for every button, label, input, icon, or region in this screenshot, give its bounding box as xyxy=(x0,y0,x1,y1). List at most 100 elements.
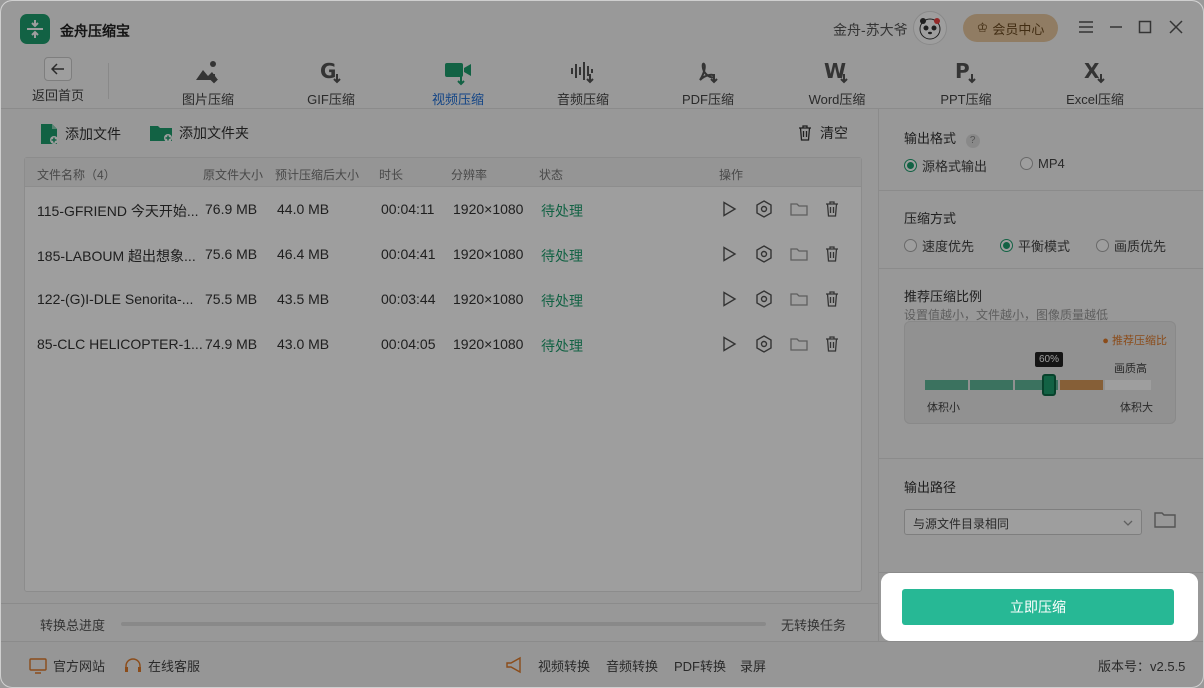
audio-icon xyxy=(538,55,628,89)
version-label: 版本号：v2.5.5 xyxy=(1098,659,1186,674)
column-header-size: 原文件大小 xyxy=(203,168,264,182)
arrow-left-icon xyxy=(44,57,72,81)
play-icon[interactable] xyxy=(719,334,739,354)
add-file-button[interactable]: 添加文件 xyxy=(39,123,121,145)
add-file-icon xyxy=(41,124,58,144)
radio-quality-priority[interactable]: 画质优先 xyxy=(1096,236,1166,255)
tab-gif-compress[interactable]: G GIF压缩 xyxy=(286,55,376,108)
ppt-icon: P xyxy=(921,55,1011,89)
excel-icon: X xyxy=(1050,55,1140,89)
radio-source-format[interactable]: 源格式输出 xyxy=(904,156,987,175)
browse-folder-icon[interactable] xyxy=(1154,510,1176,531)
gif-icon: G xyxy=(286,55,376,89)
ratio-slider-box: ● 推荐压缩比 60% 画质高 体积小 体积大 xyxy=(904,321,1176,424)
avatar[interactable] xyxy=(913,11,947,45)
status-badge: 待处理 xyxy=(541,203,583,219)
column-header-name: 文件名称（4） xyxy=(37,168,116,182)
menu-icon[interactable] xyxy=(1076,17,1096,37)
output-path-select[interactable]: 与源文件目录相同 xyxy=(904,509,1142,535)
folder-icon[interactable] xyxy=(789,334,809,354)
play-icon[interactable] xyxy=(719,289,739,309)
column-header-status: 状态 xyxy=(539,168,564,182)
total-progress: 转换总进度 无转换任务 xyxy=(1,603,878,641)
image-icon xyxy=(163,55,253,89)
tab-word-compress[interactable]: W Word压缩 xyxy=(792,55,882,108)
vip-center-button[interactable]: ♔ 会员中心 xyxy=(963,14,1058,42)
slider-handle[interactable] xyxy=(1042,374,1056,396)
pdf-icon xyxy=(663,55,753,89)
delete-icon[interactable] xyxy=(822,289,842,309)
folder-icon[interactable] xyxy=(789,289,809,309)
status-badge: 待处理 xyxy=(541,338,583,354)
status-badge: 待处理 xyxy=(541,293,583,309)
tab-ppt-compress[interactable]: P PPT压缩 xyxy=(921,55,1011,108)
close-icon[interactable] xyxy=(1166,17,1186,37)
chevron-down-icon xyxy=(1123,517,1133,531)
settings-hexagon-icon[interactable] xyxy=(754,199,774,219)
progress-status: 无转换任务 xyxy=(781,618,847,633)
minimize-icon[interactable] xyxy=(1106,17,1126,37)
compress-mode-section: 压缩方式 速度优先 平衡模式 画质优先 xyxy=(879,191,1203,269)
link-pdf-convert[interactable]: PDF转换 xyxy=(674,656,726,675)
output-format-title: 输出格式 ? xyxy=(904,128,980,148)
settings-hexagon-icon[interactable] xyxy=(754,289,774,309)
column-header-est-size: 预计压缩后大小 xyxy=(275,168,360,182)
crown-icon: ♔ xyxy=(976,20,989,35)
table-header: 文件名称（4） 原文件大小 预计压缩后大小 时长 分辨率 状态 操作 xyxy=(25,158,861,187)
back-home-button[interactable]: 返回首页 xyxy=(29,57,87,104)
folder-icon[interactable] xyxy=(789,199,809,219)
add-folder-icon xyxy=(150,126,172,142)
settings-hexagon-icon[interactable] xyxy=(754,244,774,264)
footer: 官方网站 在线客服 视频转换 音频转换 PDF转换 录屏 版本号：v2.5.5 xyxy=(1,641,1203,687)
radio-mp4[interactable]: MP4 xyxy=(1020,156,1065,171)
svg-text:P: P xyxy=(955,59,970,83)
delete-icon[interactable] xyxy=(822,244,842,264)
play-icon[interactable] xyxy=(719,244,739,264)
link-audio-convert[interactable]: 音频转换 xyxy=(606,656,658,675)
maximize-icon[interactable] xyxy=(1135,17,1155,37)
add-folder-button[interactable]: 添加文件夹 xyxy=(149,123,249,143)
column-header-actions: 操作 xyxy=(719,168,744,182)
tool-bar: 返回首页 图片压缩 G GIF压缩 视频压缩 音频压缩 PDF压缩 W Word… xyxy=(1,55,1203,109)
table-row[interactable]: 85-CLC HELICOPTER-1... 74.9 MB 43.0 MB 0… xyxy=(25,322,861,367)
word-icon: W xyxy=(792,55,882,89)
table-row[interactable]: 185-LABOUM 超出想象... 75.6 MB 46.4 MB 00:04… xyxy=(25,232,861,277)
progress-bar xyxy=(121,622,766,626)
delete-icon[interactable] xyxy=(822,199,842,219)
tab-image-compress[interactable]: 图片压缩 xyxy=(163,55,253,108)
compress-logo-icon xyxy=(27,20,43,38)
help-icon[interactable]: ? xyxy=(965,134,980,148)
headset-icon xyxy=(125,657,141,672)
settings-hexagon-icon[interactable] xyxy=(754,334,774,354)
play-icon[interactable] xyxy=(719,199,739,219)
megaphone-icon xyxy=(505,656,527,674)
radio-balanced-mode[interactable]: 平衡模式 xyxy=(1000,236,1070,255)
tab-pdf-compress[interactable]: PDF压缩 xyxy=(663,55,753,108)
tab-video-compress[interactable]: 视频压缩 xyxy=(413,55,503,108)
video-icon xyxy=(413,55,503,89)
online-service-link[interactable]: 在线客服 xyxy=(124,656,200,675)
app-name: 金舟压缩宝 xyxy=(60,23,130,39)
column-header-duration: 时长 xyxy=(379,168,404,182)
title-bar: 金舟压缩宝 金舟-苏大爷 ♔ 会员中心 xyxy=(1,1,1203,55)
folder-icon[interactable] xyxy=(789,244,809,264)
clear-button[interactable]: 清空 xyxy=(798,123,848,143)
app-logo xyxy=(20,14,50,44)
slider-tooltip: 60% xyxy=(1035,352,1064,367)
link-screen-record[interactable]: 录屏 xyxy=(740,656,766,675)
delete-icon[interactable] xyxy=(822,334,842,354)
tab-audio-compress[interactable]: 音频压缩 xyxy=(538,55,628,108)
table-row[interactable]: 122-(G)I-DLE Senorita-... 75.5 MB 43.5 M… xyxy=(25,277,861,322)
panda-avatar-icon xyxy=(919,18,941,40)
ratio-slider[interactable] xyxy=(925,374,1151,396)
trash-icon xyxy=(799,125,811,141)
start-compress-button[interactable]: 立即压缩 xyxy=(902,589,1174,625)
table-row[interactable]: 115-GFRIEND 今天开始... 76.9 MB 44.0 MB 00:0… xyxy=(25,187,861,232)
column-header-resolution: 分辨率 xyxy=(451,168,488,182)
tab-excel-compress[interactable]: X Excel压缩 xyxy=(1050,55,1140,108)
radio-speed-priority[interactable]: 速度优先 xyxy=(904,236,974,255)
user-name[interactable]: 金舟-苏大爷 xyxy=(833,20,908,40)
official-website-link[interactable]: 官方网站 xyxy=(29,656,105,675)
link-video-convert[interactable]: 视频转换 xyxy=(538,656,590,675)
app-window: 金舟压缩宝 金舟-苏大爷 ♔ 会员中心 返回首页 图片压缩 G GIF压缩 视频… xyxy=(0,0,1204,688)
